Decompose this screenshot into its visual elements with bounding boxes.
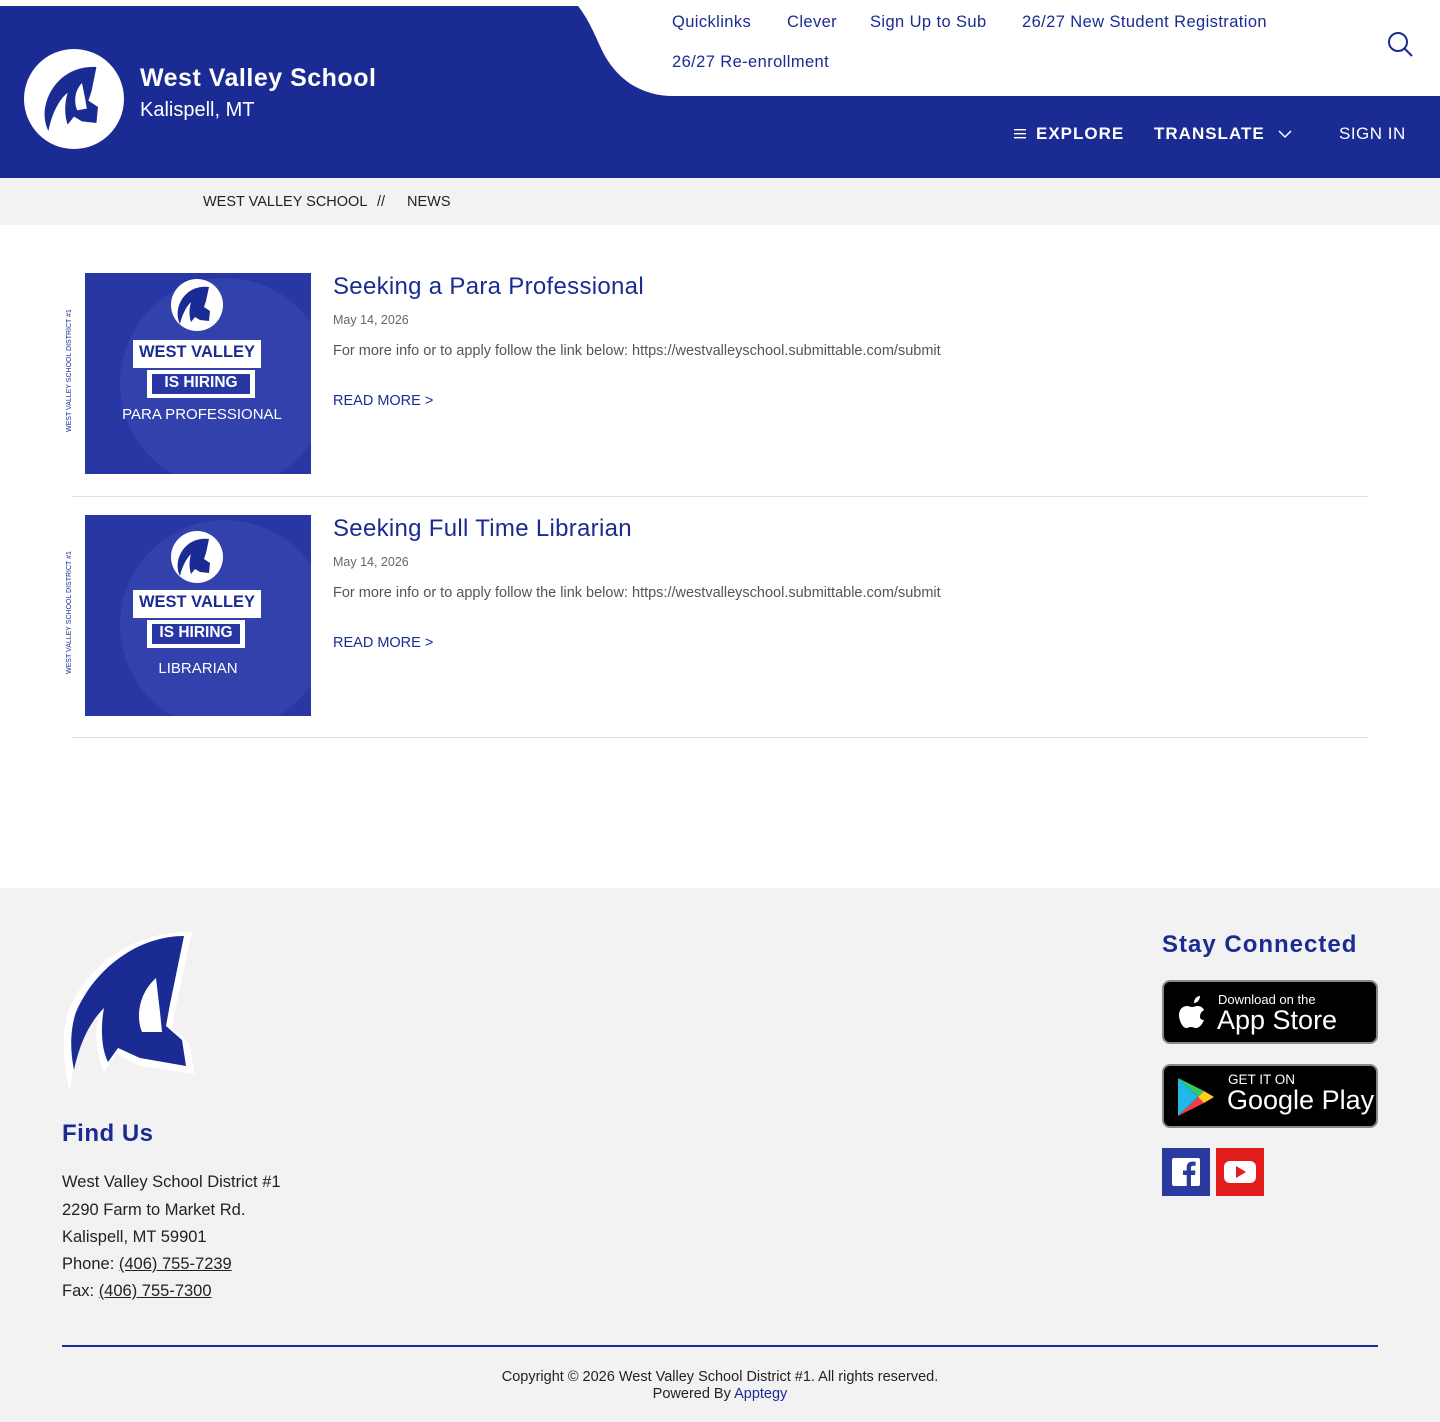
thumb-line2: IS HIRING: [164, 374, 238, 391]
site-footer: Find Us West Valley School District #1 2…: [0, 888, 1440, 1422]
breadcrumb-separator: //: [377, 194, 386, 210]
copyright-text: Copyright © 2026 West Valley School Dist…: [501, 1369, 939, 1385]
quicklink-re-enrollment[interactable]: 26/27 Re-enrollment: [672, 53, 829, 72]
phone-link[interactable]: (406) 755-7239: [119, 1255, 232, 1273]
apple-icon: [1179, 996, 1204, 1028]
menu-icon: [1014, 129, 1026, 139]
address-city: Kalispell, MT 59901: [62, 1228, 207, 1246]
google-play-icon: [1178, 1078, 1214, 1116]
quicklink-new-student-registration[interactable]: 26/27 New Student Registration: [1022, 13, 1267, 32]
search-icon: [1388, 32, 1413, 57]
google-play-button[interactable]: GET IT ON Google Play: [1162, 1064, 1378, 1128]
sign-in-link[interactable]: SIGN IN: [1339, 124, 1406, 144]
school-logo[interactable]: [24, 49, 124, 149]
news-description: For more info or to apply follow the lin…: [333, 343, 941, 359]
read-more-link[interactable]: READ MORE >: [333, 393, 433, 409]
chevron-down-icon: [1278, 130, 1292, 139]
powered-by-label: Powered By: [652, 1386, 735, 1402]
facebook-icon: [1172, 1158, 1200, 1186]
fax-link[interactable]: (406) 755-7300: [99, 1282, 212, 1300]
news-description: For more info or to apply follow the lin…: [333, 585, 941, 601]
app-store-button[interactable]: Download on the App Store: [1162, 980, 1378, 1044]
thumb-side-text: WEST VALLEY SCHOOL DISTRICT #1: [66, 551, 73, 674]
news-date: May 14, 2026: [333, 555, 409, 569]
thumb-line1: WEST VALLEY: [138, 593, 256, 611]
thumb-line3: LIBRARIAN: [158, 660, 238, 677]
breadcrumb-home[interactable]: WEST VALLEY SCHOOL: [203, 194, 367, 210]
thumb-line2: IS HIRING: [159, 624, 233, 641]
breadcrumb-current: NEWS: [407, 194, 451, 210]
youtube-link[interactable]: [1216, 1148, 1264, 1196]
apptegy-link[interactable]: Apptegy: [734, 1386, 787, 1402]
news-title[interactable]: Seeking Full Time Librarian: [333, 515, 632, 543]
facebook-link[interactable]: [1162, 1148, 1210, 1196]
spartan-logo-icon: [44, 66, 98, 131]
news-title[interactable]: Seeking a Para Professional: [333, 273, 644, 301]
search-button[interactable]: [1386, 30, 1416, 60]
explore-label: EXPLORE: [1036, 124, 1125, 143]
address-street: 2290 Farm to Market Rd.: [62, 1201, 246, 1219]
fax-label: Fax:: [62, 1282, 99, 1300]
app-store-big: App Store: [1217, 1005, 1338, 1035]
phone-line: Phone: (406) 755-7239: [62, 1255, 232, 1274]
fax-line: Fax: (406) 755-7300: [62, 1282, 212, 1301]
thumb-side-text: WEST VALLEY SCHOOL DISTRICT #1: [66, 309, 73, 432]
quicklink-clever[interactable]: Clever: [787, 13, 837, 32]
find-us-heading: Find Us: [62, 1120, 154, 1147]
thumb-line1: WEST VALLEY: [138, 343, 256, 361]
youtube-icon: [1224, 1161, 1256, 1183]
footer-divider: [62, 1345, 1378, 1347]
news-thumbnail[interactable]: WEST VALLEY IS HIRING PARA PROFESSIONAL: [85, 273, 311, 474]
read-more-link[interactable]: READ MORE >: [333, 635, 433, 651]
breadcrumb: WEST VALLEY SCHOOL // NEWS: [0, 178, 1440, 225]
explore-menu-button[interactable]: EXPLORE: [1014, 124, 1124, 144]
translate-label: TRANSLATE: [1154, 124, 1265, 143]
address-name: West Valley School District #1: [62, 1173, 281, 1191]
quicklink-sign-up-to-sub[interactable]: Sign Up to Sub: [870, 13, 987, 32]
copyright: Copyright © 2026 West Valley School Dist…: [0, 1369, 1440, 1403]
school-name[interactable]: West Valley School: [140, 64, 376, 93]
powered-by-line: Powered By Apptegy: [0, 1386, 1440, 1403]
quicklink-quicklinks[interactable]: Quicklinks: [672, 13, 751, 32]
spartan-logo-icon: [63, 932, 194, 1092]
news-date: May 14, 2026: [333, 313, 409, 327]
news-thumbnail[interactable]: WEST VALLEY IS HIRING LIBRARIAN: [85, 515, 311, 716]
phone-label: Phone:: [62, 1255, 119, 1273]
thumb-line3: PARA PROFESSIONAL: [122, 406, 282, 423]
google-play-big: Google Play: [1227, 1085, 1375, 1115]
news-item: WEST VALLEY IS HIRING LIBRARIAN WEST VAL…: [66, 514, 1368, 738]
news-item: WEST VALLEY IS HIRING PARA PROFESSIONAL …: [66, 272, 1368, 497]
translate-dropdown[interactable]: TRANSLATE: [1154, 124, 1293, 144]
stay-connected-heading: Stay Connected: [1162, 931, 1358, 958]
school-location: Kalispell, MT: [140, 99, 255, 121]
